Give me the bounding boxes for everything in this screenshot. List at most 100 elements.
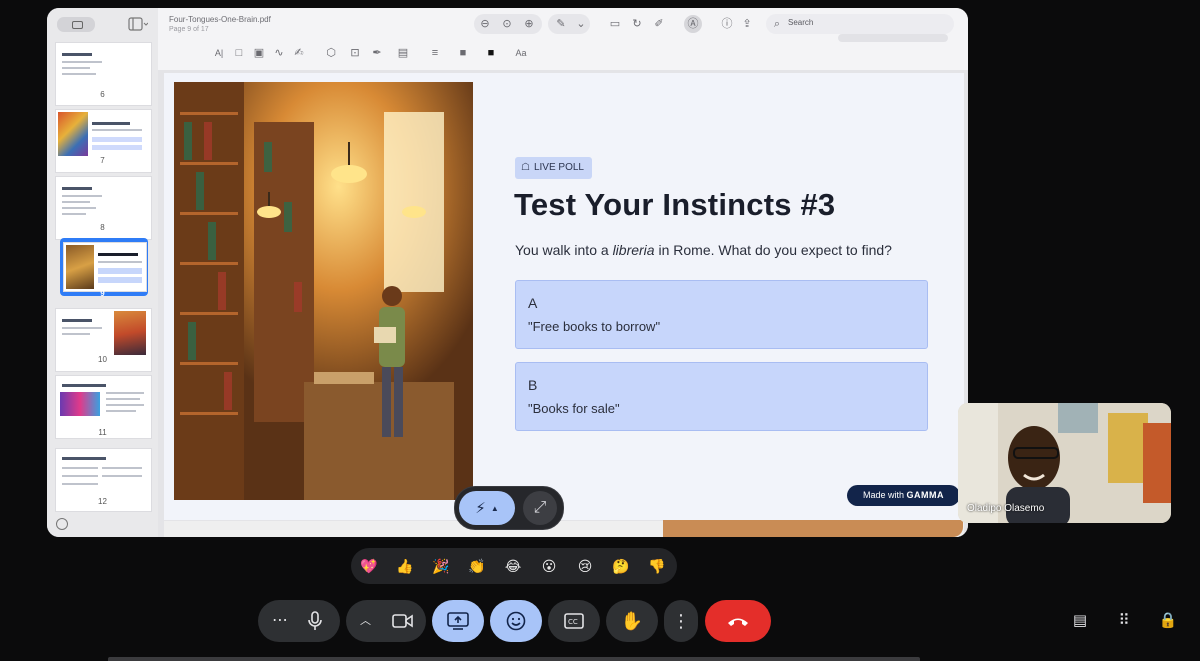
option-text: "Books for sale" [528,401,620,416]
search-icon: ⌕ [773,18,781,30]
captions-button[interactable]: CC [548,600,600,642]
poll-option-a[interactable]: A "Free books to borrow" [515,280,928,349]
bookshop-illustration-art [174,82,473,500]
poll-option-b[interactable]: B "Books for sale" [515,362,928,431]
thumbnail-sidebar: 6 7 8 9 10 11 12 [47,8,159,537]
surprised-reaction-icon[interactable]: 😮 [538,555,560,577]
camera-group: ︿ [346,600,426,642]
line-style-icon[interactable]: ≡ [428,46,442,60]
text-select-icon[interactable]: A| [212,46,226,60]
mic-icon[interactable] [306,611,324,631]
document-area: ☖ LIVE POLL Test Your Instincts #3 You w… [158,70,968,537]
bottom-panel-edge [108,657,920,661]
more-options-button[interactable]: ⋯ [272,610,288,630]
border-color-icon[interactable]: ■ [456,46,470,60]
captions-icon: CC [564,613,584,629]
add-page-icon[interactable] [56,518,68,530]
document-title: Four-Tongues-One-Brain.pdf [169,15,271,24]
live-poll-label: LIVE POLL [533,162,584,173]
laugh-reaction-icon[interactable]: 😂 [502,555,524,577]
thumbnail-number: 11 [98,428,107,437]
sidebar-toggle-icon[interactable] [128,17,148,31]
pen-icon[interactable]: ✎ [554,17,568,31]
end-call-button[interactable] [705,600,771,642]
window-controls-icon[interactable] [57,17,95,32]
present-icon [447,612,469,630]
thumbnail-number: 12 [98,497,107,506]
question-pre: You walk into a [515,242,613,258]
made-with-gamma-badge[interactable]: Made with GAMMA [847,485,960,506]
chat-icon[interactable]: ▤ [1070,611,1090,631]
clap-reaction-icon[interactable]: 👏 [466,555,488,577]
hand-icon: ✋ [620,610,644,631]
note-icon[interactable]: ▤ [396,46,410,60]
share-icon[interactable]: ⇪ [740,17,754,31]
page-indicator: Page 9 of 17 [169,26,209,33]
info-icon[interactable]: ⓘ [720,17,734,31]
option-text: "Free books to borrow" [528,319,661,334]
pointer-mode-button[interactable]: ⚡ ▲ [459,491,515,525]
shared-slide-peek [663,520,963,537]
thumbs-up-reaction-icon[interactable]: 👍 [394,555,416,577]
option-letter: A [528,295,538,311]
sign-icon[interactable]: ✒ [370,46,384,60]
thumbs-down-reaction-icon[interactable]: 👎 [646,555,668,577]
thumbnail-number: 6 [100,90,105,99]
highlight-icon[interactable]: ✐ [652,17,666,31]
made-with-label: Made with [862,490,904,500]
question-post: in Rome. What do you expect to find? [654,242,892,258]
zoom-fit-icon[interactable]: ⊙ [500,17,514,31]
emoji-icon [506,611,526,631]
draw-icon[interactable]: ✍ [292,46,306,60]
raise-hand-button[interactable]: ✋ [606,600,658,642]
fill-color-icon[interactable]: ■ [484,46,498,60]
live-poll-badge: ☖ LIVE POLL [515,157,592,179]
present-screen-button[interactable] [432,600,484,642]
poll-icon: ☖ [521,162,530,173]
shapes-icon[interactable]: ⬡ [324,46,338,60]
screen-share-controls: ⚡ ▲ ⤢ [454,486,564,530]
thumbnail-number: 8 [100,223,105,232]
apps-grid-icon[interactable]: ⠿ [1114,611,1134,631]
gamma-logo: GAMMA [906,490,945,500]
camera-icon[interactable] [392,612,414,630]
pdf-viewer-window: 6 7 8 9 10 11 12 Four-Tongues-One-Brain.… [47,8,968,537]
sad-reaction-icon[interactable]: 😢 [574,555,596,577]
participant-name: Oladipo Olasemo [967,503,1045,514]
slide-page: ☖ LIVE POLL Test Your Instincts #3 You w… [164,73,964,520]
viewer-toolbar: Four-Tongues-One-Brain.pdf Page 9 of 17 … [158,8,968,71]
end-call-icon [728,618,748,626]
markup-toggle-icon[interactable]: Ⓐ [684,15,702,33]
zoom-in-icon[interactable]: ⊕ [522,17,536,31]
sketch-icon[interactable]: ∿ [272,46,286,60]
expand-icon: ⤢ [533,499,547,516]
chevron-down-icon[interactable]: ⌄ [574,17,588,31]
redact-icon[interactable]: ▣ [252,46,266,60]
host-controls-lock-icon[interactable]: 🔒 [1158,611,1178,631]
search-field[interactable]: ⌕ Search [766,14,954,34]
rect-select-icon[interactable]: □ [232,46,246,60]
slide-title: Test Your Instincts #3 [514,187,836,222]
svg-text:CC: CC [568,618,578,626]
font-icon[interactable]: Aa [514,46,528,60]
text-icon[interactable]: ⊡ [348,46,362,60]
lightning-pointer-icon: ⚡ [475,500,486,517]
reactions-bar: 💖 👍 🎉 👏 😂 😮 😢 🤔 👎 [351,548,677,584]
expand-button[interactable]: ⤢ [523,491,557,525]
party-reaction-icon[interactable]: 🎉 [430,555,452,577]
rotate-icon[interactable]: ↻ [630,17,644,31]
option-letter: B [528,377,538,393]
text-box-icon[interactable]: ▭ [608,17,622,31]
thinking-reaction-icon[interactable]: 🤔 [610,555,632,577]
more-actions-button[interactable]: ⋮ [664,600,698,642]
emoji-reactions-button[interactable] [490,600,542,642]
thumbnail-number: 9 [100,289,105,298]
heart-reaction-icon[interactable]: 💖 [358,555,380,577]
more-and-mic-group: ⋯ [258,600,340,642]
caret-up-icon: ▲ [490,503,499,513]
chevron-up-icon[interactable]: ︿ [360,612,371,628]
participant-tile[interactable]: Oladipo Olasemo [958,403,1171,523]
thumbnail-number: 10 [98,355,107,364]
thumbnail-page-9[interactable] [63,242,147,292]
zoom-out-icon[interactable]: ⊖ [478,17,492,31]
